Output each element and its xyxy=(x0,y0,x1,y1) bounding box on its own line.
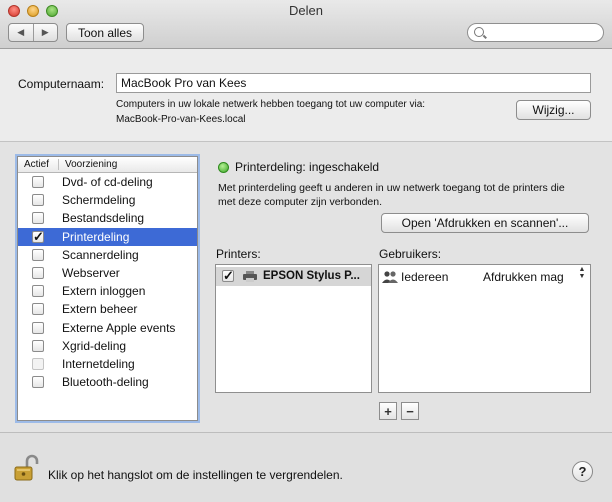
sharing-status-text: Printerdeling: ingeschakeld xyxy=(235,160,380,174)
footer-bar xyxy=(0,432,612,502)
users-label: Gebruikers: xyxy=(379,247,442,261)
users-list[interactable]: Iedereen Afdrukken mag xyxy=(378,264,591,393)
open-print-scan-button[interactable]: Open 'Afdrukken en scannen'... xyxy=(381,213,589,233)
service-label: Printerdeling xyxy=(62,229,130,244)
service-label: Externe Apple events xyxy=(62,320,176,335)
users-icon xyxy=(382,271,398,283)
sharing-description-line1: Met printerdeling geeft u anderen in uw … xyxy=(218,182,565,194)
service-label: Webserver xyxy=(62,266,120,281)
service-item[interactable]: Extern beheer xyxy=(18,300,197,318)
printers-list[interactable]: EPSON Stylus P... xyxy=(215,264,372,393)
service-item[interactable]: Printerdeling xyxy=(18,227,197,246)
service-checkbox[interactable] xyxy=(32,376,44,389)
service-label: Bestandsdeling xyxy=(62,211,145,226)
service-item[interactable]: Bestandsdeling xyxy=(18,209,197,227)
service-label: Dvd- of cd-deling xyxy=(62,175,153,190)
search-icon xyxy=(474,27,484,37)
search-input[interactable] xyxy=(467,23,604,42)
service-list-header: Actief Voorziening xyxy=(18,157,197,173)
service-item[interactable]: Internetdeling xyxy=(18,355,197,373)
permission-stepper-icon[interactable]: ▲ ▼ xyxy=(578,266,586,282)
service-rows: Dvd- of cd-deling Schermdeling Bestandsdel… xyxy=(18,173,197,391)
service-label: Scannerdeling xyxy=(62,247,139,262)
service-label: Xgrid-deling xyxy=(62,338,127,353)
service-label: Extern beheer xyxy=(62,302,138,317)
edit-computer-name-button[interactable]: Wijzig... xyxy=(516,100,591,120)
forward-button[interactable]: ▶ xyxy=(34,24,58,41)
sharing-window: Delen ◀ ▶ Toon alles Computernaam: MacBo… xyxy=(0,0,612,502)
column-service-header[interactable]: Voorziening xyxy=(59,159,117,170)
printer-icon xyxy=(243,271,257,282)
column-active-header[interactable]: Actief xyxy=(18,159,59,170)
service-label: Extern inloggen xyxy=(62,284,146,299)
printer-row[interactable]: EPSON Stylus P... xyxy=(216,267,371,286)
service-checkbox[interactable] xyxy=(32,321,44,334)
computer-name-label: Computernaam: xyxy=(18,77,105,91)
service-item[interactable]: Extern inloggen xyxy=(18,282,197,300)
service-label: Schermdeling xyxy=(62,193,136,208)
add-user-button[interactable]: + xyxy=(379,402,397,420)
service-label: Bluetooth-deling xyxy=(62,375,149,390)
service-checkbox[interactable] xyxy=(32,339,44,352)
service-item[interactable]: Webserver xyxy=(18,264,197,282)
network-access-text: Computers in uw lokale netwerk hebben to… xyxy=(116,99,426,110)
service-item[interactable]: Externe Apple events xyxy=(18,319,197,337)
service-checkbox[interactable] xyxy=(32,194,44,207)
user-permission-select[interactable]: Afdrukken mag xyxy=(483,270,564,284)
lock-instruction-text: Klik op het hangslot om de instellingen … xyxy=(48,468,343,482)
title-bar: Delen ◀ ▶ Toon alles xyxy=(0,0,612,49)
help-button[interactable]: ? xyxy=(572,461,593,482)
back-forward-control: ◀ ▶ xyxy=(8,23,58,42)
service-checkbox[interactable] xyxy=(32,285,44,298)
printer-share-checkbox[interactable] xyxy=(222,268,234,284)
service-checkbox[interactable] xyxy=(32,303,44,316)
status-indicator-icon xyxy=(218,162,229,173)
back-button[interactable]: ◀ xyxy=(9,24,34,41)
user-row[interactable]: Iedereen Afdrukken mag xyxy=(379,267,590,286)
computer-name-field[interactable]: MacBook Pro van Kees xyxy=(116,73,591,93)
service-checkbox[interactable] xyxy=(32,248,44,261)
sharing-description-line2: met deze computer zijn verbonden. xyxy=(218,196,383,208)
service-checkbox[interactable] xyxy=(32,266,44,279)
window-title: Delen xyxy=(289,3,323,18)
printers-label: Printers: xyxy=(216,247,261,261)
service-checkbox[interactable] xyxy=(32,176,44,188)
service-checkbox[interactable] xyxy=(32,357,44,370)
local-address: MacBook-Pro-van-Kees.local xyxy=(116,114,246,125)
service-list[interactable]: Actief Voorziening Dvd- of cd-deling Sche… xyxy=(17,156,198,421)
unlocked-padlock-icon[interactable] xyxy=(14,454,40,482)
user-name: Iedereen xyxy=(401,270,449,284)
service-label: Internetdeling xyxy=(62,356,135,371)
printer-name: EPSON Stylus P... xyxy=(263,270,360,282)
service-item[interactable]: Dvd- of cd-deling xyxy=(18,173,197,191)
service-item[interactable]: Bluetooth-deling xyxy=(18,373,197,391)
service-checkbox[interactable] xyxy=(32,212,44,225)
service-item[interactable]: Schermdeling xyxy=(18,191,197,209)
remove-user-button[interactable]: − xyxy=(401,402,419,420)
service-item[interactable]: Xgrid-deling xyxy=(18,337,197,355)
service-item[interactable]: Scannerdeling xyxy=(18,246,197,264)
show-all-button[interactable]: Toon alles xyxy=(66,23,144,42)
service-checkbox[interactable] xyxy=(32,229,44,245)
